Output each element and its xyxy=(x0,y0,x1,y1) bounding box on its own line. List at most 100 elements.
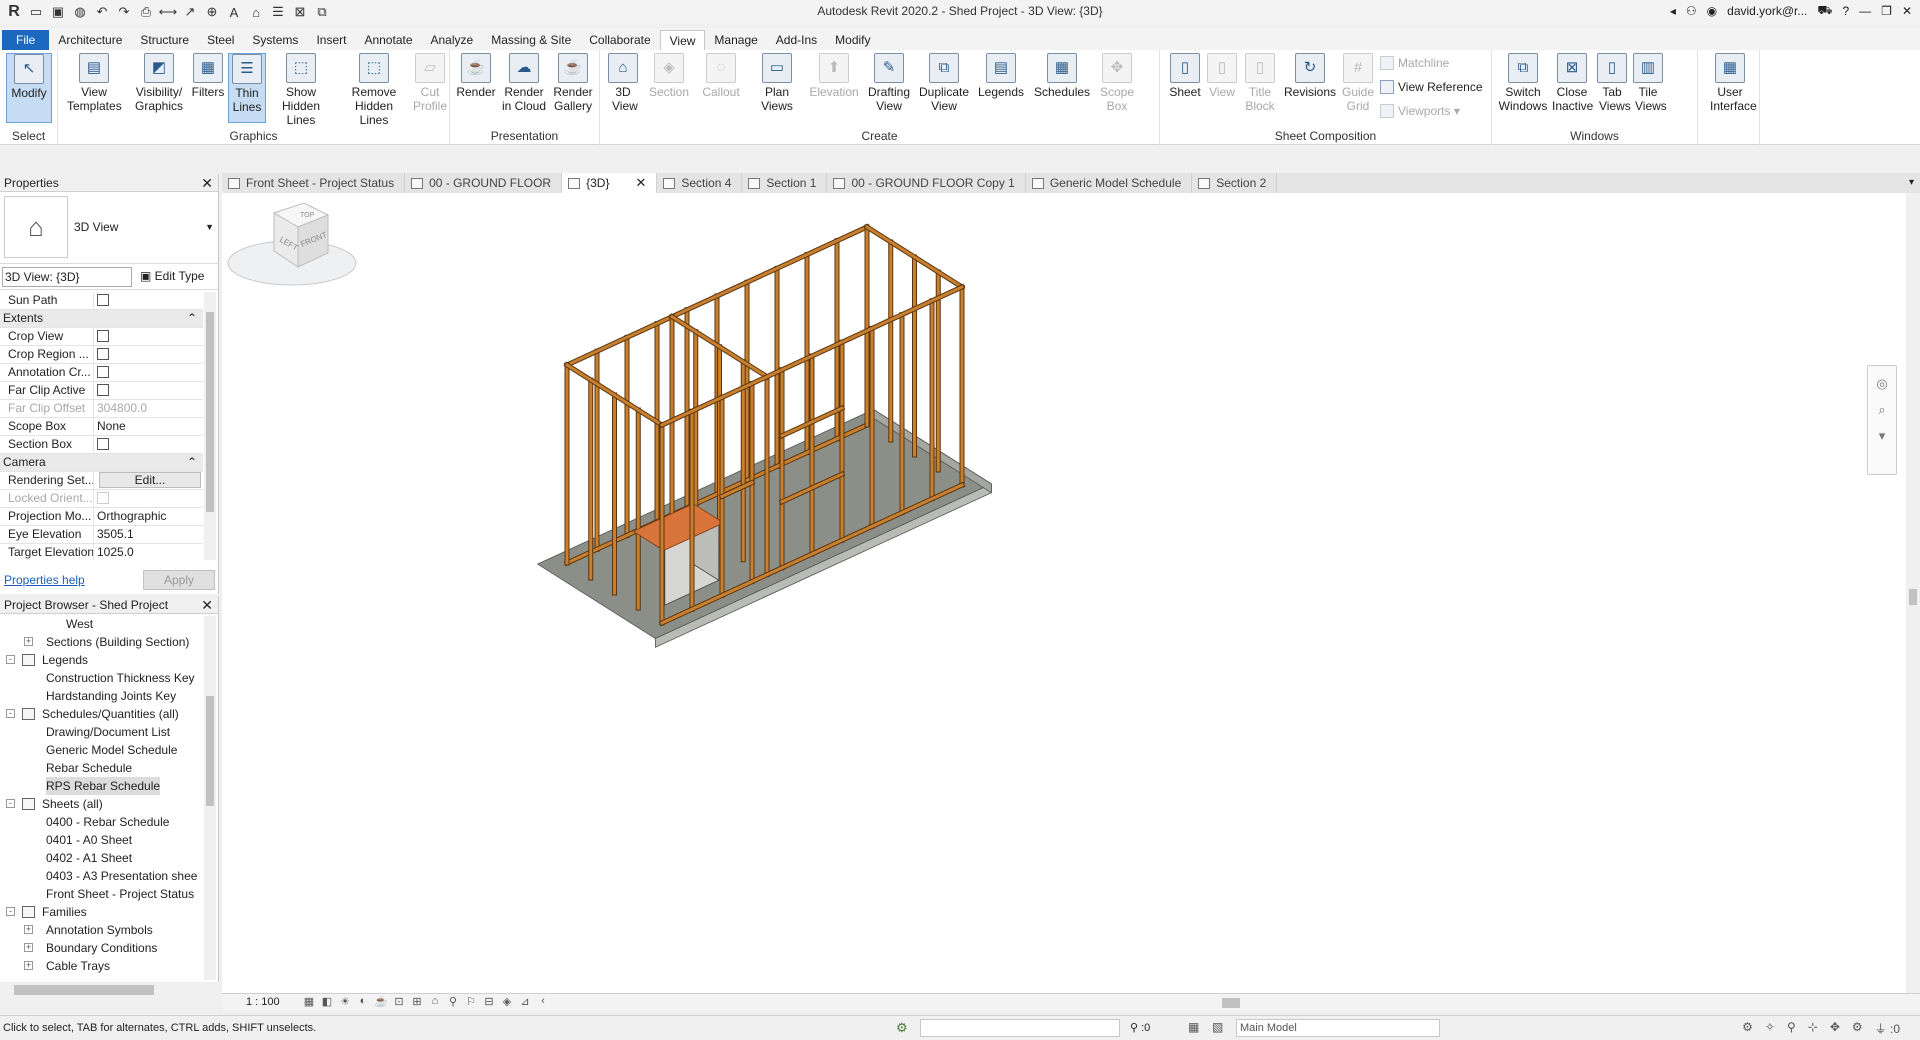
viewcube[interactable]: TOP LEFT FRONT xyxy=(222,193,362,303)
thin-lines-button[interactable]: ☰ Thin Lines xyxy=(228,53,266,123)
view-tab-front-sheet[interactable]: Front Sheet - Project Status xyxy=(222,173,406,193)
workset-dropdown[interactable] xyxy=(920,1019,1120,1037)
restore-button[interactable]: ❐ xyxy=(1881,4,1892,18)
browser-item[interactable]: 0401 - A0 Sheet xyxy=(0,831,205,849)
property-row[interactable]: Scope Box None xyxy=(0,418,203,436)
checkbox[interactable] xyxy=(97,438,109,450)
property-row[interactable]: Sun Path xyxy=(0,292,203,310)
scrollbar-thumb[interactable] xyxy=(206,696,214,806)
property-row[interactable]: Crop Region ... xyxy=(0,346,203,364)
browser-item[interactable]: Generic Model Schedule xyxy=(0,741,205,759)
select-links-icon[interactable]: ⚙ xyxy=(1742,1020,1753,1037)
property-value[interactable]: 3505.1 xyxy=(94,526,203,543)
browser-item[interactable]: + Cable Trays xyxy=(0,957,205,975)
browser-item[interactable]: - Schedules/Quantities (all) xyxy=(0,705,205,723)
property-row[interactable]: Far Clip Active xyxy=(0,382,203,400)
property-value[interactable] xyxy=(94,382,203,399)
drawing-canvas[interactable]: TOP LEFT FRONT ◎ ⌕ ▾ xyxy=(222,193,1906,993)
render-button[interactable]: ☕ Render xyxy=(454,53,498,99)
duplicate-view-button[interactable]: ⧉ Duplicate View xyxy=(916,53,972,113)
tab-modify[interactable]: Modify xyxy=(826,30,879,50)
checkbox[interactable] xyxy=(97,384,109,396)
view-tab-section-2[interactable]: Section 2 xyxy=(1192,173,1278,193)
checkbox[interactable] xyxy=(97,348,109,360)
tile-views-button[interactable]: ▥ Tile Views xyxy=(1632,53,1667,113)
filter-icon[interactable]: ⏚ :0 xyxy=(1875,1020,1900,1037)
canvas-hscrollbar[interactable] xyxy=(612,997,1912,1009)
tab-massing-site[interactable]: Massing & Site xyxy=(482,30,580,50)
view-scale[interactable]: 1 : 100 xyxy=(246,996,280,1008)
property-row[interactable]: Far Clip Offset 304800.0 xyxy=(0,400,203,418)
view-tab-3d[interactable]: {3D} ✕ xyxy=(562,173,658,193)
view-templates-button[interactable]: ▤ View Templates xyxy=(64,53,124,113)
collapse-icon[interactable]: - xyxy=(6,799,15,808)
select-by-face-icon[interactable]: ⊹ xyxy=(1808,1020,1818,1037)
tab-add-ins[interactable]: Add-Ins xyxy=(767,30,826,50)
browser-item[interactable]: 0403 - A3 Presentation shee xyxy=(0,867,205,885)
close-icon[interactable]: ✕ xyxy=(201,596,213,614)
property-value[interactable] xyxy=(94,364,203,381)
checkbox[interactable] xyxy=(97,366,109,378)
remove-hidden-lines-button[interactable]: ⬚ Remove Hidden Lines xyxy=(338,53,410,127)
tab-systems[interactable]: Systems xyxy=(243,30,307,50)
browser-item[interactable]: Construction Thickness Key xyxy=(0,669,205,687)
render-cloud-button[interactable]: ☁ Render in Cloud xyxy=(500,53,548,113)
property-value[interactable]: None xyxy=(94,418,203,435)
visibility-graphics-button[interactable]: ◩ Visibility/ Graphics xyxy=(130,53,188,113)
worksets-icon[interactable]: ⚙ xyxy=(896,1020,908,1036)
collapse-icon[interactable]: - xyxy=(6,709,15,718)
checkbox[interactable] xyxy=(97,330,109,342)
crop-view-icon[interactable]: ⊡ xyxy=(392,995,406,1008)
render-gallery-button[interactable]: ☕ Render Gallery xyxy=(550,53,596,113)
design-options-icon[interactable]: ▦ xyxy=(1188,1020,1199,1034)
property-row[interactable]: Rendering Set... Edit... xyxy=(0,472,203,490)
user-name[interactable]: david.york@r... xyxy=(1727,4,1807,18)
tab-architecture[interactable]: Architecture xyxy=(49,30,131,50)
browser-item[interactable]: Rebar Schedule xyxy=(0,759,205,777)
property-value[interactable] xyxy=(94,346,203,363)
filters-button[interactable]: ▦ Filters xyxy=(188,53,228,99)
close-window-button[interactable]: ✕ xyxy=(1902,4,1912,18)
property-row[interactable]: Eye Elevation 3505.1 xyxy=(0,526,203,544)
browser-item[interactable]: + Annotation Symbols xyxy=(0,921,205,939)
tabs-overflow-icon[interactable]: ▾ xyxy=(1909,173,1920,193)
render-dialog-icon[interactable]: ☕ xyxy=(374,995,388,1008)
edit-type-button[interactable]: ▣ Edit Type xyxy=(140,269,204,283)
property-row[interactable]: Annotation Cr... xyxy=(0,364,203,382)
scrollbar-thumb[interactable] xyxy=(206,312,214,512)
view-tab-generic-model-schedule[interactable]: Generic Model Schedule xyxy=(1026,173,1193,193)
scrollbar-thumb[interactable] xyxy=(14,985,154,995)
property-group[interactable]: Camera ⌃ xyxy=(0,454,203,472)
analytical-model-icon[interactable]: ◈ xyxy=(500,995,514,1008)
tab-views-button[interactable]: ▯ Tab Views xyxy=(1596,53,1631,113)
close-inactive-button[interactable]: ⊠ Close Inactive xyxy=(1552,53,1593,113)
collapse-icon[interactable]: ⌃ xyxy=(187,454,197,471)
expand-icon[interactable]: + xyxy=(24,637,33,646)
panel-title-select[interactable]: Select xyxy=(0,129,57,143)
browser-item[interactable]: - Legends xyxy=(0,651,205,669)
visual-style-icon[interactable]: ◧ xyxy=(320,995,334,1008)
3d-view-button[interactable]: ⌂ 3D View xyxy=(604,53,642,113)
property-row[interactable]: Target Elevation 1025.0 xyxy=(0,544,203,560)
browser-item[interactable]: - Families xyxy=(0,903,205,921)
tab-manage[interactable]: Manage xyxy=(705,30,766,50)
sheet-button[interactable]: ▯ Sheet xyxy=(1166,53,1204,99)
property-value[interactable] xyxy=(94,328,203,345)
property-value[interactable]: Orthographic xyxy=(94,508,203,525)
modify-button[interactable]: ↖ Modify xyxy=(6,53,52,123)
close-icon[interactable]: ✕ xyxy=(201,174,213,192)
view-tab-section-1[interactable]: Section 1 xyxy=(742,173,828,193)
view-tab-section-4[interactable]: Section 4 xyxy=(657,173,743,193)
design-option-dropdown[interactable]: Main Model xyxy=(1236,1019,1440,1037)
minimize-button[interactable]: — xyxy=(1859,4,1871,18)
expand-icon[interactable]: + xyxy=(24,961,33,970)
worksharing-icon[interactable]: ⊟ xyxy=(482,995,496,1008)
view-tab-ground-floor-copy[interactable]: 00 - GROUND FLOOR Copy 1 xyxy=(827,173,1026,193)
properties-help-link[interactable]: Properties help xyxy=(4,573,85,587)
property-group[interactable]: Extents ⌃ xyxy=(0,310,203,328)
sun-path-icon[interactable]: ☀ xyxy=(338,995,352,1008)
tab-insert[interactable]: Insert xyxy=(307,30,355,50)
browser-hscrollbar[interactable] xyxy=(0,982,219,998)
detail-level-icon[interactable]: ▦ xyxy=(302,995,316,1008)
property-value[interactable]: Edit... xyxy=(94,472,203,489)
